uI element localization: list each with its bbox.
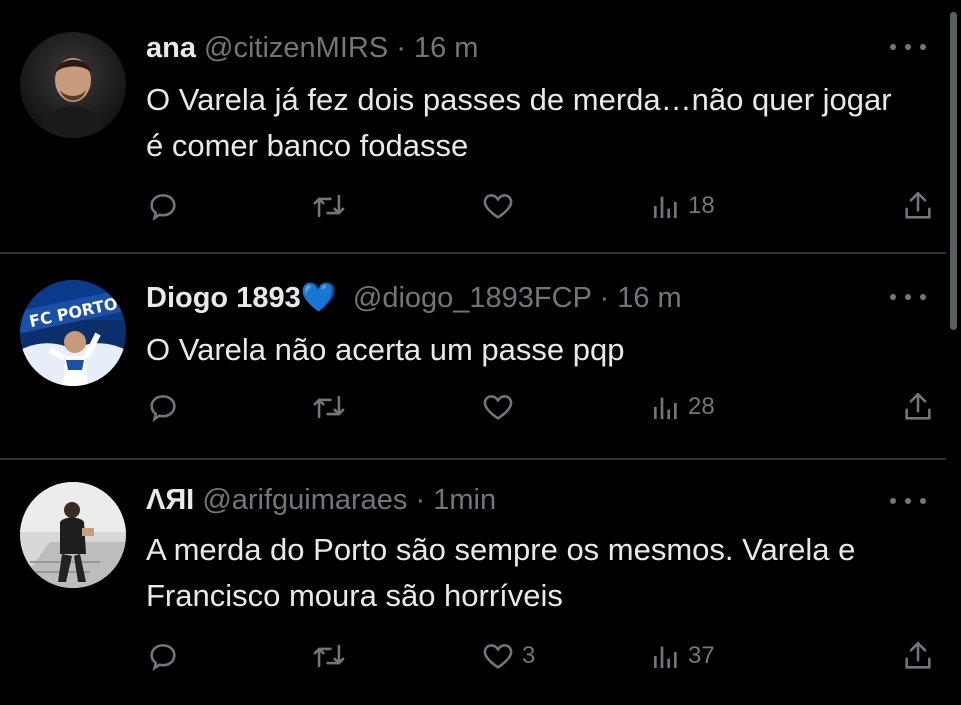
share-button[interactable]: [901, 636, 935, 676]
share-button[interactable]: [901, 387, 935, 427]
tweet-actions: 18: [146, 186, 946, 226]
display-name[interactable]: ΛЯI: [146, 484, 194, 516]
retweet-icon: [313, 395, 345, 419]
reply-button[interactable]: [146, 186, 186, 226]
share-upload-icon: [905, 641, 931, 669]
share-upload-icon: [905, 191, 931, 219]
tweet[interactable]: ana @citizenMIRS · 16 m O Varela já fez …: [0, 0, 946, 252]
separator-dot: ·: [396, 32, 406, 64]
tweet[interactable]: FC PORTO Diogo 1893💙 @diogo_1893FCP · 16…: [0, 254, 946, 458]
like-count: 3: [522, 642, 536, 669]
reply-icon: [150, 194, 176, 221]
retweet-button[interactable]: [310, 636, 354, 676]
heart-outline-icon: [483, 395, 513, 420]
tweet-text: A merda do Porto são sempre os mesmos. V…: [146, 532, 856, 613]
tweet-text: O Varela não acerta um passe pqp: [146, 332, 625, 367]
timestamp[interactable]: 16 m: [617, 282, 681, 314]
heart-outline-icon: [483, 194, 513, 219]
views-bar-chart-icon: [654, 646, 677, 668]
tweet-header: Diogo 1893💙 @diogo_1893FCP · 16 m: [146, 281, 682, 315]
views-bar-chart-icon: [654, 397, 677, 419]
tweet[interactable]: ΛЯI @arifguimaraes · 1min A merda do Por…: [0, 460, 946, 705]
reply-button[interactable]: [146, 636, 186, 676]
reply-button[interactable]: [146, 387, 186, 427]
views-button[interactable]: 37: [650, 636, 715, 676]
retweet-icon: [313, 194, 345, 218]
avatar[interactable]: FC PORTO: [20, 280, 126, 386]
user-handle[interactable]: @arifguimaraes: [202, 484, 407, 516]
display-name[interactable]: Diogo 1893: [146, 282, 301, 314]
views-bar-chart-icon: [654, 196, 677, 218]
display-name[interactable]: ana: [146, 32, 196, 64]
scrollbar[interactable]: [950, 12, 957, 330]
heart-outline-icon: [483, 644, 513, 669]
more-dots-icon[interactable]: [890, 44, 926, 56]
like-button[interactable]: [480, 387, 522, 427]
avatar[interactable]: [20, 32, 126, 138]
like-button[interactable]: 3: [480, 636, 535, 676]
separator-dot: ·: [599, 282, 610, 314]
reply-icon: [150, 644, 176, 671]
tweet-text: O Varela já fez dois passes de merda…não…: [146, 82, 892, 163]
tweet-actions: 28: [146, 387, 946, 427]
avatar[interactable]: [20, 482, 126, 588]
timestamp[interactable]: 16 m: [414, 32, 478, 64]
share-upload-icon: [905, 392, 931, 420]
retweet-button[interactable]: [310, 387, 354, 427]
tweet-actions: 3 37: [146, 636, 946, 676]
timestamp[interactable]: 1min: [433, 484, 496, 516]
reply-icon: [150, 395, 176, 422]
tweet-header: ana @citizenMIRS · 16 m: [146, 31, 478, 65]
more-dots-icon[interactable]: [890, 498, 926, 510]
user-handle[interactable]: @diogo_1893FCP: [353, 282, 592, 314]
user-handle[interactable]: @citizenMIRS: [204, 32, 388, 64]
views-button[interactable]: 18: [650, 186, 715, 226]
share-button[interactable]: [901, 186, 935, 226]
tweet-header: ΛЯI @arifguimaraes · 1min: [146, 483, 496, 517]
views-button[interactable]: 28: [650, 387, 715, 427]
more-dots-icon[interactable]: [890, 294, 926, 306]
separator-dot: ·: [415, 484, 426, 516]
like-button[interactable]: [480, 186, 522, 226]
retweet-icon: [313, 644, 345, 668]
blue-heart-emoji: 💙: [300, 282, 337, 314]
retweet-button[interactable]: [310, 186, 354, 226]
